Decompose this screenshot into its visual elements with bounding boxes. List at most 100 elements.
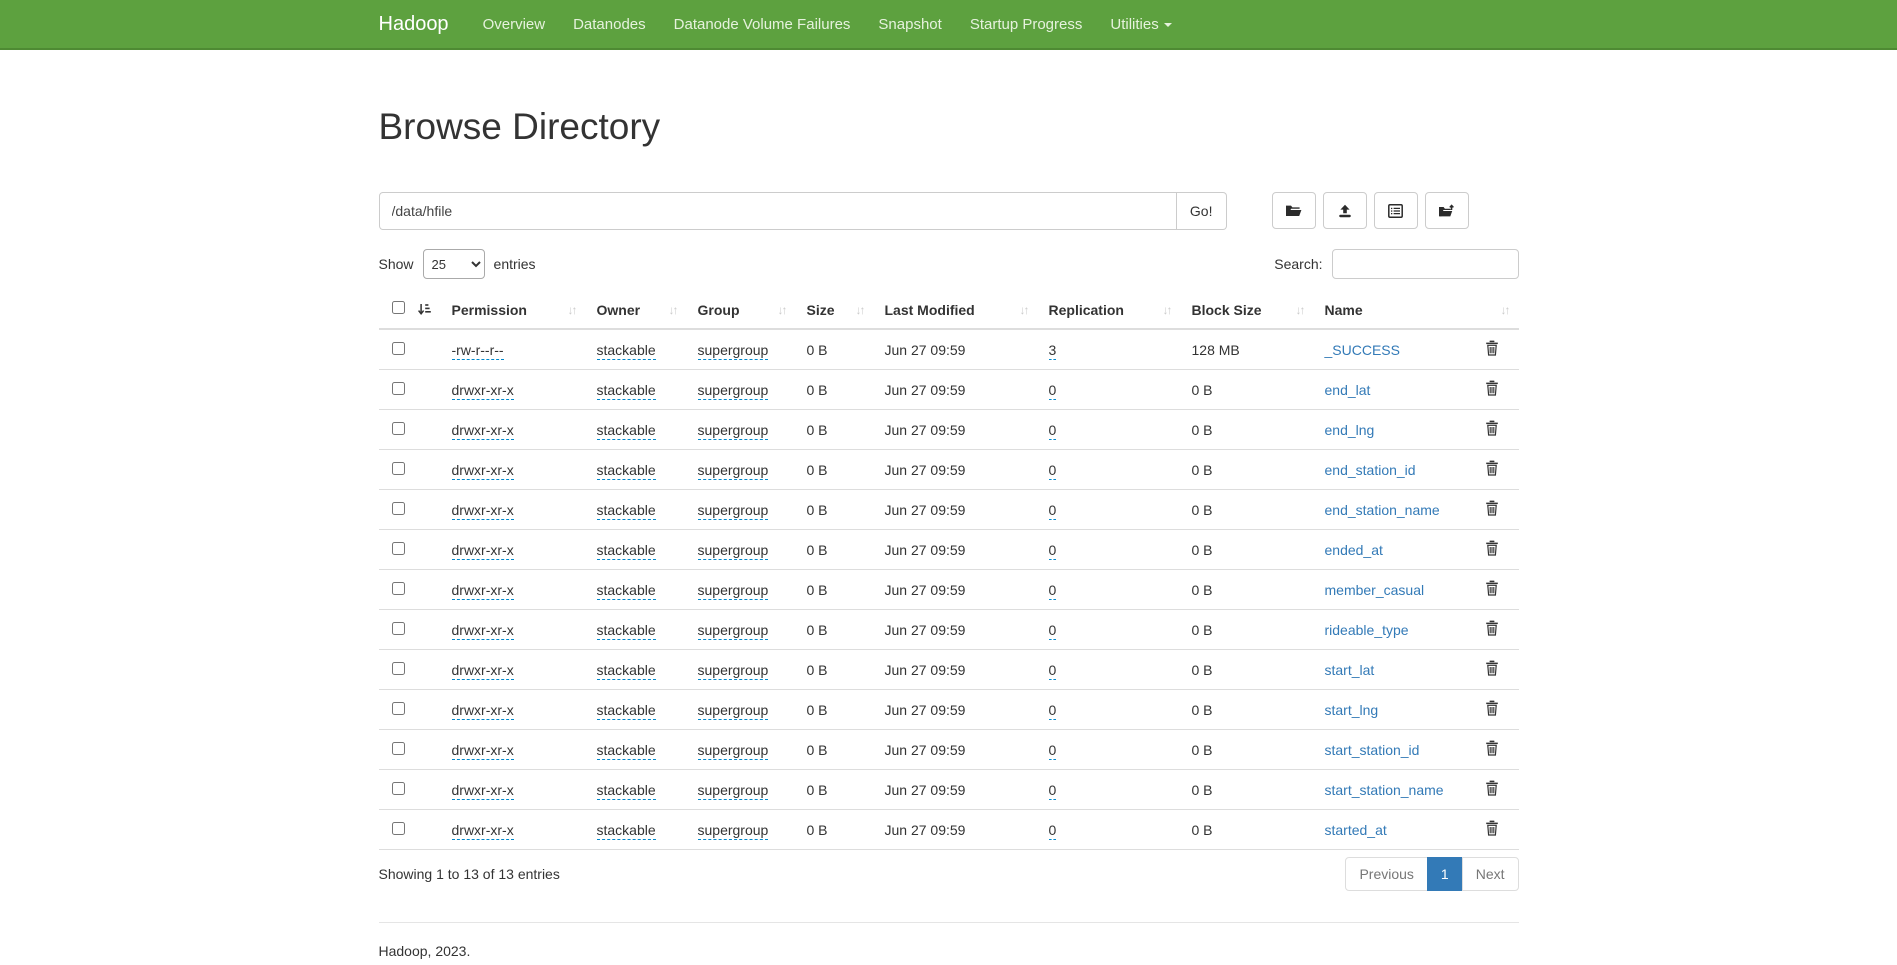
group-value[interactable]: supergroup: [698, 702, 769, 720]
nav-item-utilities-dropdown[interactable]: Utilities: [1096, 16, 1185, 33]
owner-value[interactable]: stackable: [597, 822, 656, 840]
group-value[interactable]: supergroup: [698, 822, 769, 840]
search-input[interactable]: [1332, 249, 1519, 279]
permission-value[interactable]: drwxr-xr-x: [452, 622, 514, 640]
permission-value[interactable]: -rw-r--r--: [452, 342, 504, 360]
group-value[interactable]: supergroup: [698, 782, 769, 800]
go-button[interactable]: Go!: [1177, 192, 1227, 230]
permission-value[interactable]: drwxr-xr-x: [452, 822, 514, 840]
delete-file-button[interactable]: [1485, 820, 1499, 839]
header-size[interactable]: Size↓↑: [796, 292, 874, 329]
paste-selection-button[interactable]: [1425, 192, 1469, 229]
row-checkbox[interactable]: [392, 422, 405, 435]
group-value[interactable]: supergroup: [698, 542, 769, 560]
delete-file-button[interactable]: [1485, 420, 1499, 439]
delete-file-button[interactable]: [1485, 580, 1499, 599]
upload-file-button[interactable]: [1323, 192, 1367, 229]
row-checkbox[interactable]: [392, 662, 405, 675]
file-name-link[interactable]: end_station_name: [1325, 502, 1440, 518]
file-name-link[interactable]: end_station_id: [1325, 462, 1416, 478]
file-name-link[interactable]: member_casual: [1325, 582, 1425, 598]
pagination-page-1[interactable]: 1: [1427, 857, 1463, 891]
select-all-checkbox[interactable]: [392, 301, 405, 314]
owner-value[interactable]: stackable: [597, 662, 656, 680]
owner-value[interactable]: stackable: [597, 462, 656, 480]
replication-value[interactable]: 0: [1049, 542, 1057, 560]
row-checkbox[interactable]: [392, 382, 405, 395]
row-checkbox[interactable]: [392, 582, 405, 595]
row-checkbox[interactable]: [392, 342, 405, 355]
permission-value[interactable]: drwxr-xr-x: [452, 502, 514, 520]
file-name-link[interactable]: start_lng: [1325, 702, 1379, 718]
delete-file-button[interactable]: [1485, 660, 1499, 679]
file-name-link[interactable]: start_station_name: [1325, 782, 1444, 798]
row-checkbox[interactable]: [392, 782, 405, 795]
header-block-size[interactable]: Block Size↓↑: [1181, 292, 1314, 329]
permission-value[interactable]: drwxr-xr-x: [452, 662, 514, 680]
directory-path-input[interactable]: [379, 192, 1177, 230]
file-name-link[interactable]: start_station_id: [1325, 742, 1420, 758]
replication-value[interactable]: 0: [1049, 742, 1057, 760]
group-value[interactable]: supergroup: [698, 462, 769, 480]
nav-item-snapshot[interactable]: Snapshot: [864, 16, 955, 33]
row-checkbox[interactable]: [392, 622, 405, 635]
owner-value[interactable]: stackable: [597, 622, 656, 640]
replication-value[interactable]: 0: [1049, 622, 1057, 640]
permission-value[interactable]: drwxr-xr-x: [452, 702, 514, 720]
replication-value[interactable]: 0: [1049, 662, 1057, 680]
replication-value[interactable]: 0: [1049, 382, 1057, 400]
nav-item-overview[interactable]: Overview: [469, 16, 560, 33]
delete-file-button[interactable]: [1485, 380, 1499, 399]
permission-value[interactable]: drwxr-xr-x: [452, 582, 514, 600]
header-owner[interactable]: Owner↓↑: [586, 292, 687, 329]
file-name-link[interactable]: start_lat: [1325, 662, 1375, 678]
replication-value[interactable]: 0: [1049, 502, 1057, 520]
header-group[interactable]: Group↓↑: [687, 292, 796, 329]
owner-value[interactable]: stackable: [597, 422, 656, 440]
delete-file-button[interactable]: [1485, 740, 1499, 759]
nav-item-startup-progress[interactable]: Startup Progress: [956, 16, 1097, 33]
permission-value[interactable]: drwxr-xr-x: [452, 422, 514, 440]
nav-item-datanodes[interactable]: Datanodes: [559, 16, 660, 33]
owner-value[interactable]: stackable: [597, 542, 656, 560]
row-checkbox[interactable]: [392, 462, 405, 475]
replication-value[interactable]: 0: [1049, 702, 1057, 720]
file-name-link[interactable]: end_lng: [1325, 422, 1375, 438]
brand-hadoop[interactable]: Hadoop: [379, 13, 449, 36]
delete-file-button[interactable]: [1485, 460, 1499, 479]
row-checkbox[interactable]: [392, 702, 405, 715]
row-checkbox[interactable]: [392, 822, 405, 835]
replication-value[interactable]: 3: [1049, 342, 1057, 360]
group-value[interactable]: supergroup: [698, 582, 769, 600]
owner-value[interactable]: stackable: [597, 702, 656, 720]
owner-value[interactable]: stackable: [597, 782, 656, 800]
select-all-header[interactable]: [379, 292, 441, 329]
pagination-previous[interactable]: Previous: [1345, 857, 1427, 891]
replication-value[interactable]: 0: [1049, 462, 1057, 480]
header-replication[interactable]: Replication↓↑: [1038, 292, 1181, 329]
group-value[interactable]: supergroup: [698, 382, 769, 400]
permission-value[interactable]: drwxr-xr-x: [452, 542, 514, 560]
replication-value[interactable]: 0: [1049, 782, 1057, 800]
file-name-link[interactable]: end_lat: [1325, 382, 1371, 398]
file-name-link[interactable]: rideable_type: [1325, 622, 1409, 638]
header-last-modified[interactable]: Last Modified↓↑: [874, 292, 1038, 329]
pagination-next[interactable]: Next: [1462, 857, 1519, 891]
nav-item-datanode-volume-failures[interactable]: Datanode Volume Failures: [660, 16, 865, 33]
delete-file-button[interactable]: [1485, 340, 1499, 359]
file-name-link[interactable]: _SUCCESS: [1325, 342, 1400, 358]
page-size-select[interactable]: 25: [423, 249, 485, 279]
group-value[interactable]: supergroup: [698, 502, 769, 520]
permission-value[interactable]: drwxr-xr-x: [452, 382, 514, 400]
permission-value[interactable]: drwxr-xr-x: [452, 462, 514, 480]
owner-value[interactable]: stackable: [597, 382, 656, 400]
group-value[interactable]: supergroup: [698, 622, 769, 640]
delete-file-button[interactable]: [1485, 540, 1499, 559]
replication-value[interactable]: 0: [1049, 422, 1057, 440]
group-value[interactable]: supergroup: [698, 662, 769, 680]
permission-value[interactable]: drwxr-xr-x: [452, 782, 514, 800]
group-value[interactable]: supergroup: [698, 342, 769, 360]
delete-file-button[interactable]: [1485, 620, 1499, 639]
group-value[interactable]: supergroup: [698, 422, 769, 440]
replication-value[interactable]: 0: [1049, 582, 1057, 600]
